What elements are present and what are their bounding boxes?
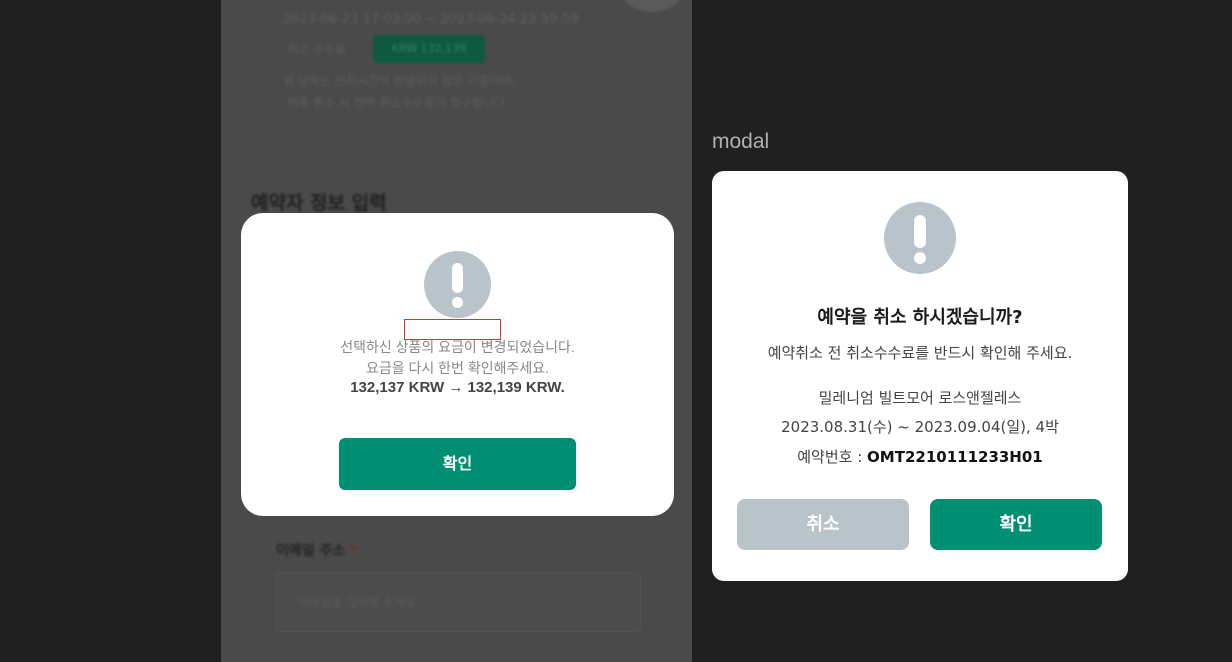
bg-email-label: 이메일 주소 * — [276, 540, 357, 560]
bg-note2: 이후 취소 시 전액 취소수수료가 청구됩니다. — [287, 96, 509, 110]
bg-fee-badge: KRW 132,139 — [373, 35, 485, 63]
stay-dates: 2023.08.31(수) ~ 2023.09.04(일), 4박 — [781, 418, 1059, 436]
background-button — [619, 0, 685, 12]
bg-fee-label: 취소 수수료 — [287, 42, 347, 56]
bg-period: 2023-06-23 17:03:00 ~ 2023-06-24 23:59:5… — [283, 12, 579, 27]
cancel-reservation-modal: 예약을 취소 하시겠습니까? 예약취소 전 취소수수료를 반드시 확인해 주세요… — [712, 171, 1128, 581]
price-recheck-message: 요금을 다시 한번 확인해주세요. — [366, 360, 549, 376]
booking-number-value: OMT2210111233H01 — [867, 448, 1043, 466]
bg-email-placeholder: 이메일을 입력해 주세요 — [298, 595, 417, 609]
booking-number-label: 예약번호 : — [797, 448, 868, 466]
price-changed-modal: 선택하신 상품의 요금이 변경되었습니다. 요금을 다시 한번 확인해주세요. … — [241, 213, 674, 516]
bg-section-heading: 예약자 정보 입력 — [251, 192, 387, 214]
modal-title: 예약을 취소 하시겠습니까? — [817, 307, 1023, 328]
exclamation-icon — [424, 251, 491, 318]
confirm-button[interactable]: 확인 — [930, 499, 1102, 550]
modal-label: modal — [712, 130, 770, 153]
exclamation-icon — [884, 202, 956, 274]
confirm-button[interactable]: 확인 — [339, 438, 576, 490]
bg-note1: 위 날짜는 현지시간이 반영되지 않은 기준이며, — [283, 74, 516, 88]
price-changed-message: 선택하신 상품의 요금이 변경되었습니다. — [340, 339, 575, 355]
modal-subtitle: 예약취소 전 취소수수료를 반드시 확인해 주세요. — [767, 344, 1073, 362]
price-change-values: 132,137 KRW → 132,139 KRW. — [350, 379, 565, 396]
bg-required-mark: * — [350, 543, 358, 559]
cancel-button[interactable]: 취소 — [737, 499, 909, 550]
bg-email-input: 이메일을 입력해 주세요 — [275, 572, 641, 632]
hotel-name: 밀레니엄 빌트모어 로스앤젤레스 — [818, 389, 1022, 407]
booking-number: 예약번호 : OMT2210111233H01 — [712, 446, 1128, 467]
bg-email-label-text: 이메일 주소 — [276, 543, 346, 559]
